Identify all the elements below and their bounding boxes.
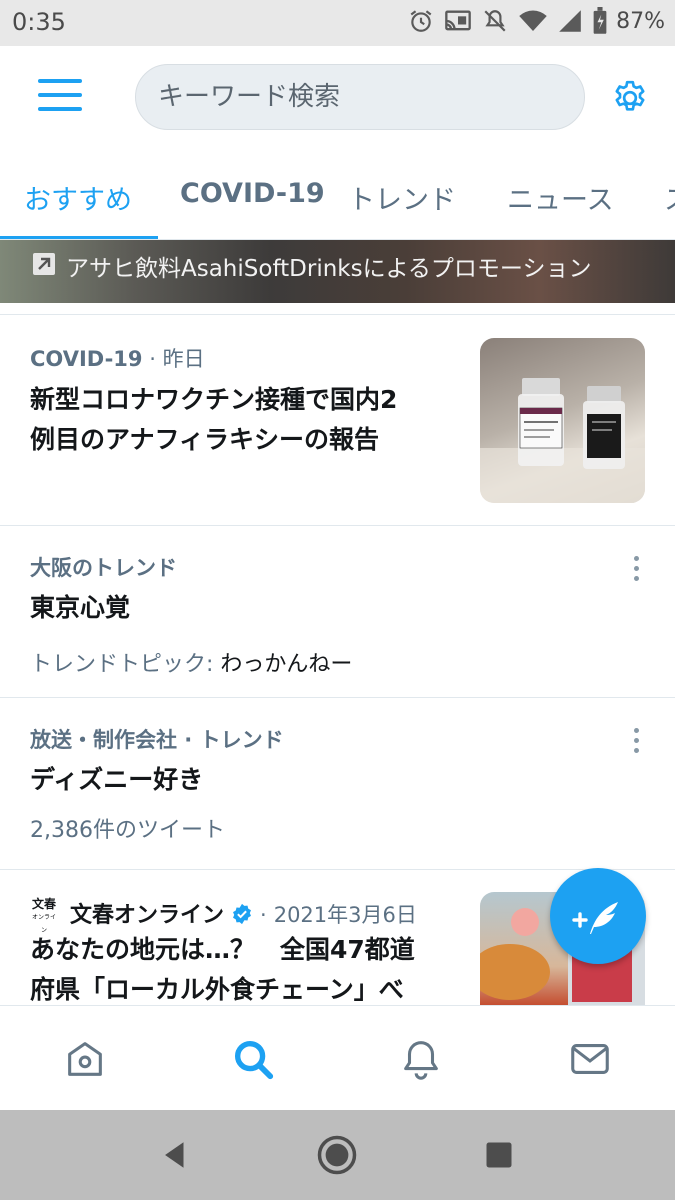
tab-recommended[interactable]: おすすめ: [24, 178, 132, 217]
article-date: 2021年3月6日: [273, 903, 417, 927]
battery-icon: [593, 7, 607, 34]
status-time: 0:35: [12, 8, 66, 36]
recents-icon[interactable]: [484, 1140, 514, 1170]
news-meta: COVID-19 · 昨日: [30, 347, 205, 371]
status-icons: 87%: [408, 7, 665, 35]
search-box[interactable]: [135, 64, 585, 130]
tab-sports[interactable]: ス: [664, 178, 675, 217]
gear-icon[interactable]: [610, 78, 650, 118]
home-circle-icon[interactable]: [316, 1134, 358, 1176]
news-item-covid[interactable]: COVID-19 · 昨日 新型コロナワクチン接種で国内2 例目のアナフィラキシ…: [0, 316, 675, 526]
news-time: 昨日: [162, 347, 205, 371]
trend-item-osaka[interactable]: 大阪のトレンド 東京心覚 トレンドトピック: わっかんねー: [0, 526, 675, 698]
more-options-icon[interactable]: [633, 556, 641, 582]
home-icon[interactable]: [62, 1036, 108, 1082]
news-thumbnail: [480, 338, 645, 503]
more-options-icon[interactable]: [633, 728, 641, 754]
wifi-icon: [519, 10, 547, 31]
notifications-icon[interactable]: [398, 1036, 444, 1082]
promoted-label: アサヒ飲料AsahiSoftDrinksによるプロモーション: [66, 256, 592, 282]
search-icon[interactable]: [230, 1036, 276, 1082]
verified-badge-icon: [233, 903, 251, 925]
news-headline: 新型コロナワクチン接種で国内2 例目のアナフィラキシーの報告: [30, 385, 398, 454]
news-category: COVID-19: [30, 347, 143, 371]
tab-trends[interactable]: トレンド: [348, 178, 456, 217]
section-divider: [0, 303, 675, 315]
compose-feather-icon: [572, 902, 618, 934]
back-icon[interactable]: [158, 1138, 192, 1172]
search-input[interactable]: [158, 65, 558, 129]
article-source: 文春オンライン: [70, 903, 225, 928]
android-navigation-bar: [0, 1110, 675, 1200]
alarm-icon: [410, 10, 432, 32]
source-logo: 文春 オンライン: [31, 897, 56, 935]
compose-tweet-button[interactable]: [550, 868, 646, 964]
bottom-navigation: [0, 1005, 675, 1110]
trend-item-disney[interactable]: 放送・制作会社 · トレンド ディズニー好き 2,386件のツイート: [0, 698, 675, 870]
tab-news[interactable]: ニュース: [507, 178, 614, 217]
top-bar: [0, 46, 675, 150]
promoted-banner[interactable]: アサヒ飲料AsahiSoftDrinksによるプロモーション: [0, 240, 675, 303]
mute-icon: [484, 10, 506, 32]
trend-context: 大阪のトレンド: [30, 556, 177, 580]
signal-icon: [559, 10, 581, 32]
trend-subtext: トレンドトピック: わっかんねー: [30, 652, 353, 677]
explore-tabs: おすすめ COVID-19 トレンド ニュース ス: [0, 150, 675, 240]
status-bar: 0:35 87%: [0, 0, 675, 46]
messages-icon[interactable]: [567, 1036, 613, 1082]
tab-covid-19[interactable]: COVID-19: [180, 178, 325, 209]
trend-title: ディズニー好き: [30, 765, 204, 794]
article-headline: あなたの地元は…？ 全国47都道 府県「ローカル外食チェーン」べ: [30, 935, 415, 1004]
article-source-row: 文春オンライン · 2021年3月6日: [70, 903, 417, 928]
cast-icon: [445, 10, 471, 31]
trend-context: 放送・制作会社 · トレンド: [30, 728, 284, 752]
battery-percent: 87%: [616, 8, 665, 34]
promoted-arrow-icon: [33, 253, 55, 275]
trend-title: 東京心覚: [30, 593, 131, 622]
hamburger-menu-icon[interactable]: [38, 79, 82, 115]
tweet-count: 2,386件のツイート: [30, 818, 225, 843]
